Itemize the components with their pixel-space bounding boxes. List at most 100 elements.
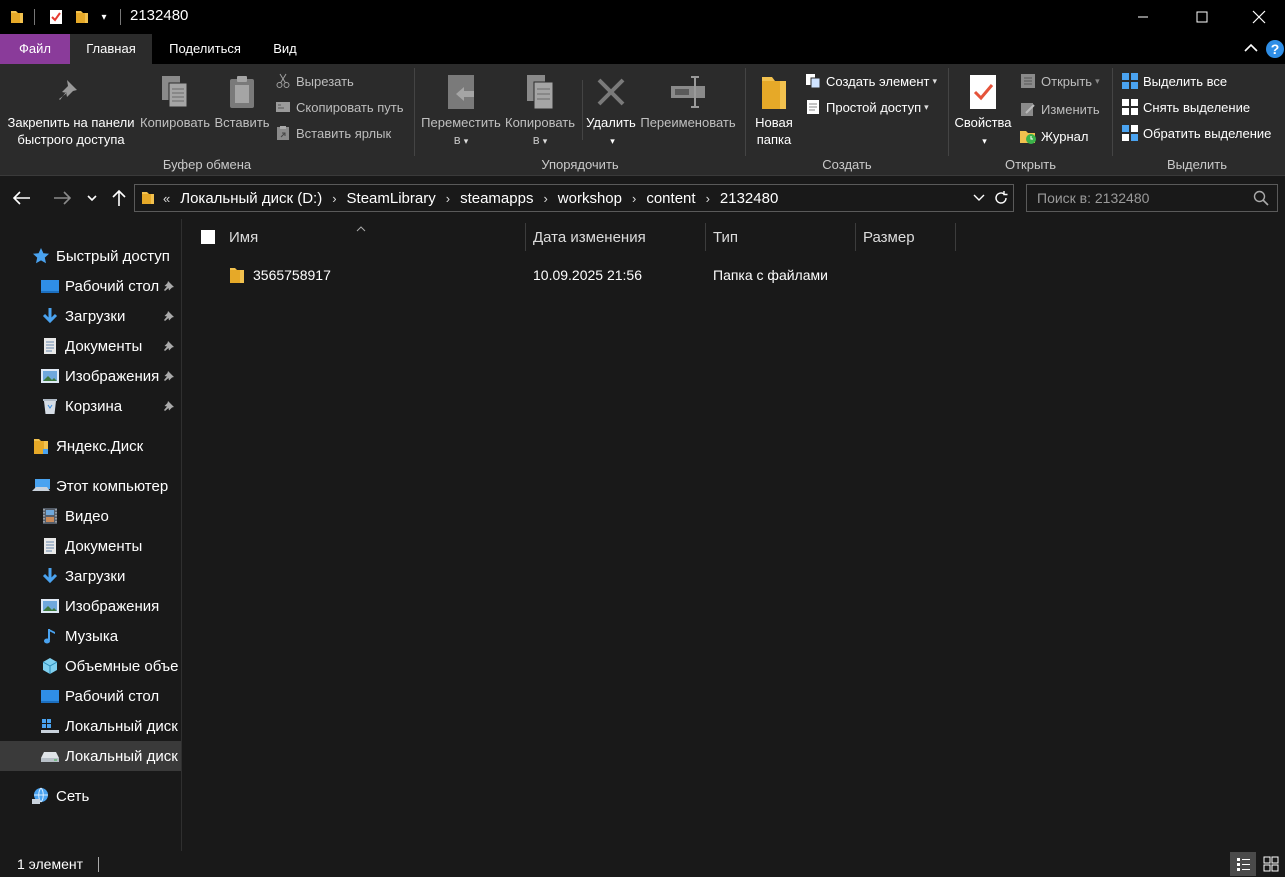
sidebar-item-this-pc[interactable]: Этот компьютер <box>0 471 181 501</box>
sidebar-item-pictures[interactable]: Изображения <box>0 361 181 391</box>
pin-icon[interactable] <box>163 339 175 356</box>
open-button[interactable]: Открыть ▾ <box>1019 70 1100 92</box>
sidebar-item-desktop[interactable]: Рабочий стол <box>0 271 181 301</box>
pin-icon[interactable] <box>163 369 175 386</box>
copy-to-button[interactable]: Копировать в ▾ <box>501 70 579 150</box>
easy-access-button[interactable]: Простой доступ ▾ <box>804 96 929 118</box>
chevron-right-icon[interactable]: › <box>543 191 547 206</box>
tab-home[interactable]: Главная <box>70 34 152 64</box>
delete-button[interactable]: Удалить ▾ <box>585 70 637 150</box>
sidebar-item-pictures-pc[interactable]: Изображения <box>0 591 181 621</box>
customize-toolbar-icon[interactable]: ▾ <box>96 7 112 27</box>
new-item-button[interactable]: Создать элемент ▾ <box>804 70 937 92</box>
chevron-right-icon[interactable]: › <box>446 191 450 206</box>
scissors-icon <box>274 72 292 90</box>
chevron-right-icon[interactable]: › <box>632 191 636 206</box>
paste-shortcut-button[interactable]: Вставить ярлык <box>274 122 391 144</box>
edit-button[interactable]: Изменить <box>1019 98 1100 120</box>
folder-icon <box>229 266 245 287</box>
breadcrumb-overflow[interactable]: « <box>163 191 170 206</box>
minimize-button[interactable] <box>1120 0 1166 34</box>
sidebar-item-network[interactable]: Сеть <box>0 781 181 811</box>
chevron-down-icon[interactable] <box>973 194 985 202</box>
invert-selection-button[interactable]: Обратить выделение <box>1121 122 1271 144</box>
column-header-date[interactable]: Дата изменения <box>533 219 646 255</box>
column-header-name[interactable]: Имя <box>229 219 258 255</box>
recycle-bin-icon <box>40 396 60 416</box>
pin-icon <box>51 70 91 114</box>
table-row[interactable]: 3565758917 10.09.2025 21:56 Папка с файл… <box>183 261 883 289</box>
pictures-icon <box>40 596 60 616</box>
history-button[interactable]: Журнал <box>1019 125 1088 147</box>
cut-button[interactable]: Вырезать <box>274 70 354 92</box>
tab-view[interactable]: Вид <box>262 34 308 64</box>
paste-shortcut-icon <box>274 124 292 142</box>
navigation-bar: « Локальный диск (D:) › SteamLibrary › s… <box>0 177 1285 219</box>
drive-icon <box>40 746 60 766</box>
properties-button[interactable]: Свойства ▾ <box>953 70 1013 150</box>
new-item-icon <box>804 72 822 90</box>
new-folder-quick-icon[interactable] <box>72 7 92 27</box>
select-all-button[interactable]: Выделить все <box>1121 70 1227 92</box>
search-box[interactable]: Поиск в: 2132480 <box>1026 184 1278 212</box>
video-icon <box>40 506 60 526</box>
collapse-ribbon-icon[interactable] <box>1243 40 1259 59</box>
move-to-button[interactable]: Переместить в ▾ <box>419 70 503 150</box>
sidebar-item-local-disk-c[interactable]: Локальный диск <box>0 711 181 741</box>
column-header-type[interactable]: Тип <box>713 219 738 255</box>
select-none-button[interactable]: Снять выделение <box>1121 96 1250 118</box>
create-group: Новая папка Создать элемент ▾ Простой дос… <box>746 64 948 176</box>
sidebar-item-recycle-bin[interactable]: Корзина <box>0 391 181 421</box>
close-button[interactable] <box>1236 0 1282 34</box>
paste-button[interactable]: Вставить <box>214 70 270 131</box>
sidebar-item-3d-objects[interactable]: Объемные объе <box>0 651 181 681</box>
rename-button[interactable]: Переименовать <box>639 70 737 131</box>
search-icon[interactable] <box>1253 190 1269 209</box>
breadcrumb-steamapps[interactable]: steamapps <box>460 190 533 207</box>
large-icons-view-button[interactable] <box>1258 852 1284 876</box>
sidebar-item-downloads-pc[interactable]: Загрузки <box>0 561 181 591</box>
recent-locations-button[interactable] <box>80 186 104 210</box>
download-icon <box>40 566 60 586</box>
sidebar-item-local-disk-d[interactable]: Локальный диск <box>0 741 181 771</box>
breadcrumb-drive[interactable]: Локальный диск (D:) <box>180 190 322 207</box>
breadcrumb-content[interactable]: content <box>646 190 695 207</box>
up-button[interactable] <box>106 186 132 210</box>
address-bar[interactable]: « Локальный диск (D:) › SteamLibrary › s… <box>134 184 1014 212</box>
sidebar-item-music[interactable]: Музыка <box>0 621 181 651</box>
copy-path-button[interactable]: Скопировать путь <box>274 96 404 118</box>
pin-icon[interactable] <box>163 309 175 326</box>
tab-file[interactable]: Файл <box>0 34 70 64</box>
breadcrumb-current[interactable]: 2132480 <box>720 190 778 207</box>
sidebar-item-video[interactable]: Видео <box>0 501 181 531</box>
select-all-icon <box>1121 72 1139 90</box>
tab-share[interactable]: Поделиться <box>158 34 252 64</box>
sidebar-item-downloads[interactable]: Загрузки <box>0 301 181 331</box>
sidebar-item-desktop-pc[interactable]: Рабочий стол <box>0 681 181 711</box>
forward-button[interactable] <box>49 186 75 210</box>
details-view-button[interactable] <box>1230 852 1256 876</box>
column-header-size[interactable]: Размер <box>863 219 915 255</box>
maximize-button[interactable] <box>1179 0 1225 34</box>
chevron-right-icon[interactable]: › <box>332 191 336 206</box>
help-icon[interactable]: ? <box>1265 39 1285 62</box>
new-folder-button[interactable]: Новая папка <box>748 70 800 148</box>
select-all-checkbox[interactable] <box>201 230 215 244</box>
pin-icon[interactable] <box>163 279 175 296</box>
sidebar-item-documents-pc[interactable]: Документы <box>0 531 181 561</box>
properties-quick-icon[interactable] <box>46 7 66 27</box>
sidebar-item-yandex-disk[interactable]: Яндекс.Диск <box>0 431 181 461</box>
breadcrumb-steamlibrary[interactable]: SteamLibrary <box>347 190 436 207</box>
chevron-right-icon[interactable]: › <box>706 191 710 206</box>
pin-icon[interactable] <box>163 399 175 416</box>
sidebar-item-documents[interactable]: Документы <box>0 331 181 361</box>
back-button[interactable] <box>9 186 35 210</box>
address-controls <box>973 185 1011 211</box>
pin-quick-access-button[interactable]: Закрепить на панели быстрого доступа <box>8 70 135 148</box>
navigation-pane: Быстрый доступ Рабочий стол Загрузки Док… <box>0 219 182 851</box>
refresh-icon[interactable] <box>993 190 1009 206</box>
search-input[interactable]: Поиск в: 2132480 <box>1037 190 1149 206</box>
breadcrumb-workshop[interactable]: workshop <box>558 190 622 207</box>
sidebar-item-quick-access[interactable]: Быстрый доступ <box>0 241 181 271</box>
copy-button[interactable]: Копировать <box>138 70 212 131</box>
